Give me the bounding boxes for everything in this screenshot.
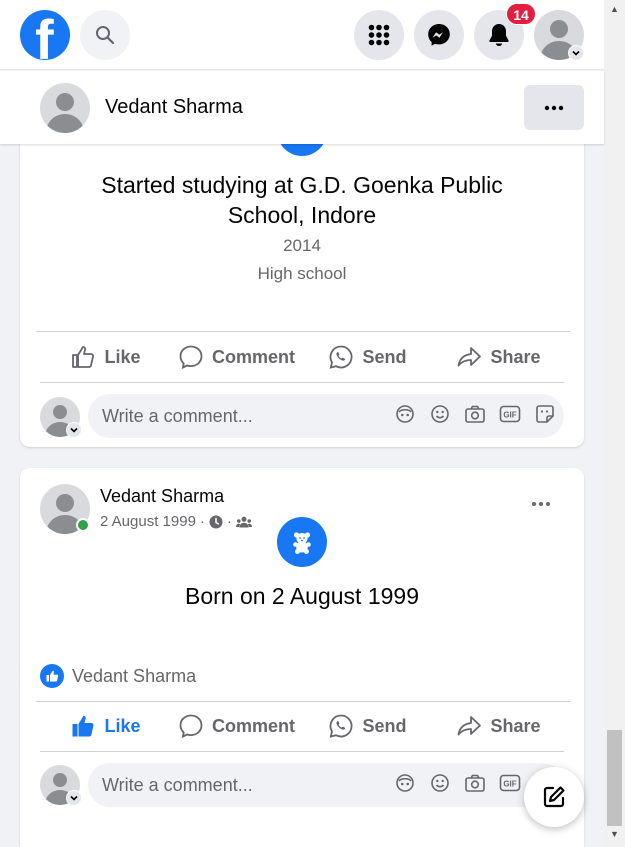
friends-audience-icon — [235, 516, 252, 527]
share-arrow-icon — [458, 347, 482, 367]
more-horizontal-icon — [532, 502, 550, 506]
comment-icon — [179, 714, 203, 739]
default-avatar-icon — [46, 93, 84, 133]
gif-icon[interactable]: GIF — [499, 772, 521, 794]
chevron-down-icon — [70, 795, 78, 801]
comment-tools: GIF — [394, 403, 556, 425]
comment-button[interactable]: Comment — [171, 704, 302, 748]
thumbs-up-icon — [72, 346, 95, 368]
teddy-bear-event-icon — [277, 517, 327, 567]
whatsapp-icon — [330, 714, 353, 738]
comment-placeholder: Write a comment... — [102, 774, 253, 795]
more-horizontal-icon — [544, 105, 564, 110]
reaction-names: Vedant Sharma — [72, 665, 197, 686]
comment-label: Comment — [211, 346, 295, 367]
divider — [36, 331, 570, 332]
teddy-bear-icon — [293, 532, 311, 554]
page-scrollbar[interactable]: ▲ ▼ — [604, 0, 625, 847]
send-label: Send — [362, 346, 407, 367]
compose-icon — [543, 786, 565, 808]
scroll-up-arrow-icon[interactable]: ▲ — [610, 4, 619, 14]
svg-text:GIF: GIF — [503, 411, 516, 420]
comment-button[interactable]: Comment — [171, 335, 302, 379]
reactions-summary[interactable]: Vedant Sharma — [40, 664, 196, 688]
like-button[interactable]: Like — [40, 335, 171, 379]
life-event-category: High school — [257, 264, 347, 283]
whatsapp-icon — [330, 345, 353, 369]
profile-header-bar: Vedant Sharma — [0, 71, 604, 144]
menu-grid-icon — [368, 24, 390, 46]
profile-avatar[interactable] — [40, 83, 90, 133]
facebook-logo[interactable]: f — [20, 10, 70, 60]
scroll-down-arrow-icon[interactable]: ▼ — [610, 829, 619, 839]
meta-separator: · — [199, 513, 205, 530]
commenter-chevron[interactable] — [66, 422, 82, 438]
online-status-dot — [76, 518, 90, 532]
divider — [40, 751, 564, 752]
share-arrow-icon — [458, 716, 482, 736]
life-event-card-school: Started studying at G.D. Goenka Public S… — [20, 106, 584, 447]
thumbs-up-filled-icon — [72, 715, 94, 737]
post-meta: 2 August 1999 · · — [100, 513, 252, 530]
comment-input[interactable]: Write a comment... GIF — [88, 763, 564, 807]
camera-icon[interactable] — [464, 403, 486, 425]
like-button[interactable]: Like — [40, 704, 171, 748]
divider — [40, 382, 564, 383]
comment-placeholder: Write a comment... — [102, 405, 253, 426]
commenter-chevron[interactable] — [66, 790, 82, 806]
share-label: Share — [490, 715, 541, 736]
svg-text:GIF: GIF — [503, 780, 516, 789]
menu-button[interactable] — [354, 10, 404, 60]
gif-icon[interactable]: GIF — [499, 403, 521, 425]
notification-count-badge: 14 — [506, 3, 536, 25]
divider — [36, 701, 570, 702]
sticker-icon[interactable] — [534, 403, 556, 425]
camera-icon[interactable] — [464, 772, 486, 794]
send-button[interactable]: Send — [302, 704, 433, 748]
like-label: Like — [104, 346, 141, 367]
comment-icon — [179, 345, 203, 370]
bell-icon — [489, 24, 509, 46]
avatar-sticker-icon[interactable] — [394, 772, 416, 794]
facebook-logo-letter: f — [35, 10, 54, 61]
meta-separator: · — [226, 513, 232, 530]
new-message-button[interactable] — [524, 767, 584, 827]
share-button[interactable]: Share — [433, 335, 564, 379]
emoji-icon[interactable] — [429, 403, 451, 425]
messenger-icon — [428, 24, 450, 46]
life-event-title: Started studying at G.D. Goenka Public S… — [101, 172, 503, 228]
send-button[interactable]: Send — [302, 335, 433, 379]
account-menu-chevron[interactable] — [568, 45, 584, 61]
post-date[interactable]: 2 August 1999 — [100, 513, 196, 530]
life-event-title: Born on 2 August 1999 — [184, 583, 420, 609]
profile-more-button[interactable] — [524, 85, 584, 130]
like-reaction-icon — [40, 664, 64, 688]
comment-label: Comment — [211, 715, 295, 736]
profile-name[interactable]: Vedant Sharma — [105, 96, 243, 119]
search-button[interactable] — [80, 10, 130, 60]
send-label: Send — [362, 715, 407, 736]
top-navigation: f 14 — [0, 0, 604, 70]
search-icon — [96, 26, 115, 45]
post-more-button[interactable] — [526, 494, 556, 514]
post-action-bar: Like Comment Send Share — [40, 704, 564, 748]
share-label: Share — [490, 346, 541, 367]
messenger-button[interactable] — [414, 10, 464, 60]
life-event-card-birth: Vedant Sharma 2 August 1999 · · Born on … — [20, 468, 584, 847]
emoji-icon[interactable] — [429, 772, 451, 794]
post-author-name[interactable]: Vedant Sharma — [100, 486, 224, 507]
scrollbar-thumb[interactable] — [607, 730, 622, 826]
clock-icon — [209, 515, 223, 528]
chevron-down-icon — [572, 50, 580, 56]
comment-input[interactable]: Write a comment... GIF — [88, 394, 564, 438]
life-event-year: 2014 — [283, 236, 321, 255]
post-action-bar: Like Comment Send Share — [40, 335, 564, 379]
share-button[interactable]: Share — [433, 704, 564, 748]
avatar-sticker-icon[interactable] — [394, 403, 416, 425]
chevron-down-icon — [70, 427, 78, 433]
like-label: Like — [104, 715, 141, 736]
